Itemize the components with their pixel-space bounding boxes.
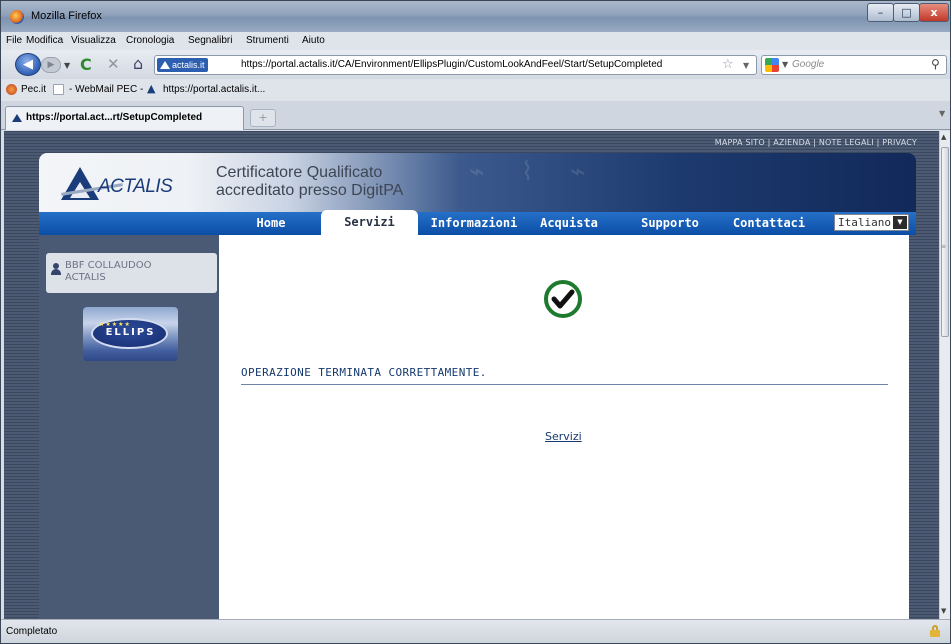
tab-setup-completed[interactable]: https://portal.act...rt/SetupCompleted	[5, 106, 244, 130]
site-banner: ⌁ ⌇ ⌁ ACTALIS Certificatore Qualificato …	[39, 153, 916, 212]
bookmark-star-icon[interactable]: ☆	[722, 57, 734, 72]
tab-list-dropdown-icon[interactable]: ▼	[939, 109, 945, 118]
browser-window: Mozilla Firefox – □ x File Modifica Visu…	[0, 0, 951, 644]
site-identity-label: actalis.it	[172, 60, 205, 70]
home-icon[interactable]: ⌂	[133, 54, 143, 73]
chevron-down-icon[interactable]: ▼	[893, 216, 907, 229]
banner-decoration: ⌁ ⌇ ⌁	[469, 157, 600, 187]
menu-cronologia[interactable]: Cronologia	[126, 35, 174, 46]
nav-acquista[interactable]: Acquista	[533, 212, 605, 235]
status-bar: Completato	[1, 619, 950, 643]
nav-informazioni[interactable]: Informazioni	[424, 212, 524, 235]
menu-modifica[interactable]: Modifica	[26, 35, 63, 46]
logo-text: ACTALIS	[98, 176, 173, 197]
history-dropdown-icon[interactable]: ▼	[64, 61, 70, 70]
ellips-logo[interactable]: ★★★★★ ELLIPS	[83, 307, 178, 361]
tab-strip: https://portal.act...rt/SetupCompleted +…	[1, 101, 950, 130]
page-viewport: MAPPA SITO | AZIENDA | NOTE LEGALI | PRI…	[4, 131, 939, 619]
actalis-logo[interactable]: ACTALIS	[61, 167, 185, 201]
bookmarks-toolbar: Pec.it - WebMail PEC - ▲ https://portal.…	[1, 79, 950, 101]
ellips-logo-text: ELLIPS	[105, 327, 156, 338]
tagline-line-2: accreditato presso DigitPA	[216, 182, 404, 199]
tagline-line-1: Certificatore Qualificato	[216, 164, 383, 181]
window-title: Mozilla Firefox	[31, 10, 102, 22]
check-circle-icon	[544, 280, 582, 318]
actalis-favicon-icon	[12, 114, 22, 122]
menu-segnalibri[interactable]: Segnalibri	[188, 35, 232, 46]
actalis-site-icon	[160, 61, 170, 69]
engine-dropdown-icon[interactable]: ▼	[782, 60, 788, 69]
menu-bar: File Modifica Visualizza Cronologia Segn…	[1, 32, 950, 50]
page-icon	[53, 84, 64, 95]
servizi-link[interactable]: Servizi	[545, 430, 582, 443]
minimize-button[interactable]: –	[867, 3, 894, 22]
success-message: OPERAZIONE TERMINATA CORRETTAMENTE.	[241, 366, 487, 379]
user-name: BBF COLLAUDOO	[65, 260, 152, 271]
menu-file[interactable]: File	[6, 35, 22, 46]
site-identity-badge[interactable]: actalis.it	[157, 58, 208, 72]
bookmark-webmail[interactable]: - WebMail PEC -	[69, 84, 143, 95]
close-button[interactable]: x	[919, 3, 949, 22]
user-org: ACTALIS	[65, 272, 106, 283]
menu-aiuto[interactable]: Aiuto	[302, 35, 325, 46]
main-navigation: Home Servizi Informazioni Acquista Suppo…	[39, 210, 916, 235]
nav-servizi[interactable]: Servizi	[321, 210, 418, 235]
firefox-logo-icon	[10, 10, 24, 24]
tab-label: https://portal.act...rt/SetupCompleted	[26, 112, 203, 123]
lock-icon[interactable]	[930, 625, 940, 637]
user-box[interactable]: BBF COLLAUDOO ACTALIS	[46, 253, 217, 293]
language-value: Italiano	[838, 216, 891, 229]
search-box[interactable]: ▼ Google ⚲	[761, 55, 947, 75]
new-tab-button[interactable]: +	[250, 109, 276, 127]
scroll-up-icon[interactable]: ▲	[941, 133, 946, 141]
maximize-button[interactable]: □	[893, 3, 920, 22]
nav-contattaci[interactable]: Contattaci	[727, 212, 811, 235]
nav-home[interactable]: Home	[243, 212, 299, 235]
vertical-scrollbar[interactable]: ▲ ≡ ▼	[939, 131, 950, 619]
divider	[241, 384, 888, 385]
reload-icon[interactable]: C	[80, 55, 92, 74]
sidebar: BBF COLLAUDOO ACTALIS ★★★★★ ELLIPS	[39, 235, 219, 619]
menu-strumenti[interactable]: Strumenti	[246, 35, 289, 46]
actalis-bookmark-icon: ▲	[147, 82, 156, 95]
search-input[interactable]: Google	[792, 59, 824, 70]
scroll-down-icon[interactable]: ▼	[941, 607, 946, 615]
status-text: Completato	[6, 626, 58, 637]
title-bar: Mozilla Firefox – □ x	[1, 1, 950, 32]
bookmark-actalis[interactable]: https://portal.actalis.it...	[163, 84, 265, 95]
back-button[interactable]: ◀	[15, 53, 41, 76]
url-dropdown-icon[interactable]: ▼	[743, 61, 749, 70]
pec-icon	[6, 84, 17, 95]
bookmark-pec[interactable]: Pec.it	[21, 84, 46, 95]
main-content: OPERAZIONE TERMINATA CORRETTAMENTE. Serv…	[219, 235, 909, 619]
navigation-toolbar: ◀ ▶ ▼ C ✕ ⌂ actalis.it https://portal.ac…	[1, 50, 950, 79]
google-engine-icon[interactable]	[765, 58, 779, 72]
url-text[interactable]: https://portal.actalis.it/CA/Environment…	[241, 59, 662, 70]
search-magnifier-icon[interactable]: ⚲	[931, 57, 940, 71]
scrollbar-thumb[interactable]	[941, 147, 949, 337]
nav-supporto[interactable]: Supporto	[630, 212, 710, 235]
top-links[interactable]: MAPPA SITO | AZIENDA | NOTE LEGALI | PRI…	[715, 138, 917, 147]
language-select[interactable]: Italiano ▼	[834, 214, 909, 231]
url-bar[interactable]: actalis.it https://portal.actalis.it/CA/…	[154, 55, 757, 75]
stop-icon[interactable]: ✕	[107, 55, 120, 73]
user-icon	[51, 263, 61, 275]
menu-visualizza[interactable]: Visualizza	[71, 35, 116, 46]
forward-button[interactable]: ▶	[41, 57, 61, 73]
